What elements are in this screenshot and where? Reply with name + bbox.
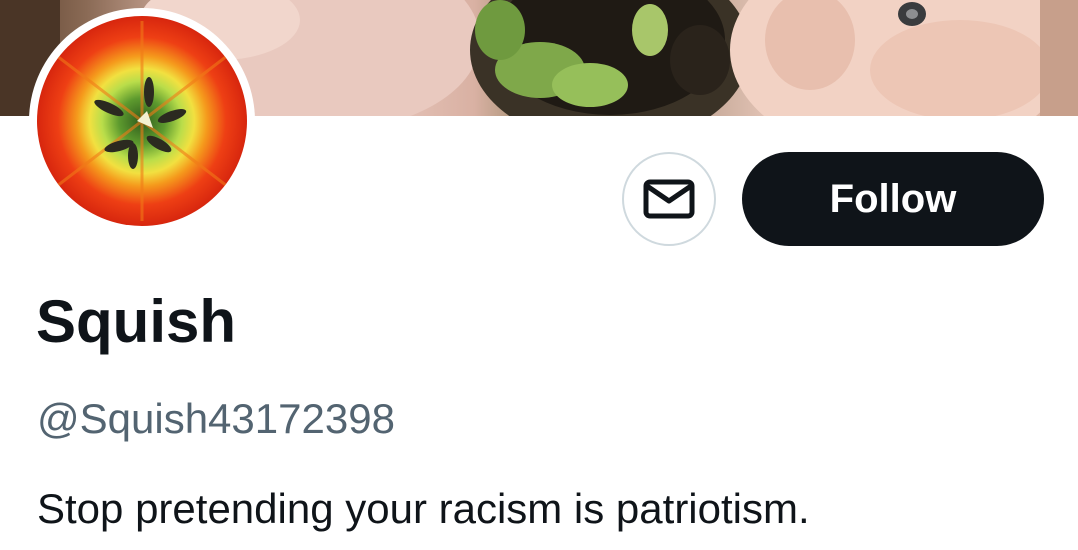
follow-button[interactable]: Follow [742,152,1044,246]
user-handle: @Squish43172398 [37,395,395,442]
envelope-icon [643,179,695,219]
profile-bio: Stop pretending your racism is patriotis… [37,485,810,532]
message-button[interactable] [622,152,716,246]
avatar[interactable] [29,8,255,234]
avatar-image [37,16,247,226]
display-name: Squish [36,288,237,355]
follow-button-label: Follow [829,176,957,221]
